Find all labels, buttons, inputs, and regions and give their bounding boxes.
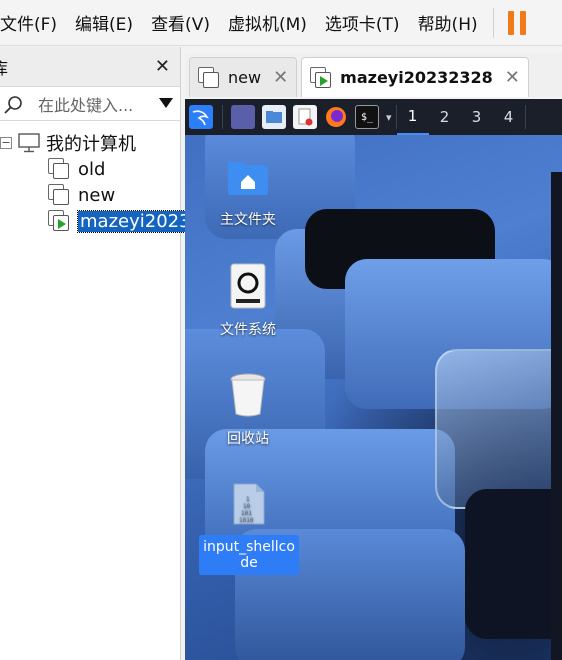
tree-item-label: new <box>78 184 116 206</box>
menu-bar: 文件(F) 编辑(E) 查看(V) 虚拟机(M) 选项卡(T) 帮助(H) <box>0 0 562 46</box>
close-icon[interactable]: ✕ <box>273 67 288 88</box>
pause-icon-bar <box>519 10 526 35</box>
library-title: 库 <box>0 58 9 78</box>
collapse-icon[interactable]: − <box>0 137 12 149</box>
text-editor-icon[interactable] <box>293 105 317 129</box>
close-icon[interactable]: ✕ <box>505 67 520 88</box>
workspace-3[interactable]: 3 <box>461 99 493 135</box>
taskbar-divider <box>222 105 223 129</box>
tab-mazeyi[interactable]: mazeyi20232328 ✕ <box>301 57 529 97</box>
wallpaper-shape <box>465 489 562 639</box>
chevron-down-icon[interactable] <box>159 98 173 108</box>
tree-item-label: mazeyi2023 <box>77 209 194 233</box>
menu-help[interactable]: 帮助(H) <box>409 0 487 46</box>
vm-tabs: new ✕ mazeyi20232328 ✕ <box>185 53 562 97</box>
pause-icon <box>507 10 514 35</box>
drive-icon <box>230 263 266 309</box>
desktop-icon-trash[interactable]: 回收站 <box>198 372 298 448</box>
svg-text:10: 10 <box>243 503 251 510</box>
desktop-icon-label: 回收站 <box>227 431 269 447</box>
toolbar-divider <box>492 7 494 38</box>
chevron-down-icon[interactable]: ▾ <box>386 111 392 124</box>
tree-item-label: old <box>78 158 106 180</box>
show-desktop-icon[interactable] <box>231 105 255 129</box>
taskbar-divider <box>524 105 526 129</box>
tab-new[interactable]: new ✕ <box>189 57 298 97</box>
workspace-1[interactable]: 1 <box>396 99 429 135</box>
vm-running-icon <box>48 210 72 232</box>
vm-running-icon <box>310 66 334 89</box>
tree-root[interactable]: − 我的计算机 <box>0 130 136 156</box>
vm-display[interactable]: $_ ▾ 1 2 3 4 主文件夹 文件系统 回收站 1 10 101 1010… <box>185 99 562 660</box>
vm-icon <box>198 66 222 89</box>
menu-file[interactable]: 文件(F) <box>0 0 66 46</box>
home-folder-icon <box>228 162 268 195</box>
svg-text:1010: 1010 <box>239 517 254 524</box>
vm-icon <box>48 158 72 180</box>
close-icon[interactable]: ✕ <box>155 56 170 77</box>
file-manager-icon[interactable] <box>262 105 286 129</box>
desktop-icon-home[interactable]: 主文件夹 <box>198 159 298 229</box>
library-header: 库 ✕ <box>0 47 180 87</box>
tab-label: new <box>228 68 262 87</box>
firefox-icon[interactable] <box>324 105 348 129</box>
menu-vm[interactable]: 虚拟机(M) <box>219 0 316 46</box>
window-edge <box>551 172 562 660</box>
tab-label: mazeyi20232328 <box>340 68 493 87</box>
search-input[interactable]: 在此处键入... <box>38 92 133 116</box>
tree-item-mazeyi[interactable]: mazeyi2023 <box>48 208 194 234</box>
tree-root-label: 我的计算机 <box>46 134 136 155</box>
desktop-icon-label: input_shellco de <box>199 535 299 575</box>
menu-view[interactable]: 查看(V) <box>142 0 219 46</box>
svg-text:1: 1 <box>246 496 250 503</box>
desktop-icon-label: 主文件夹 <box>220 212 276 228</box>
computer-icon <box>18 133 40 153</box>
binary-file-icon: 1 10 101 1010 <box>233 483 265 525</box>
desktop-icon-filesystem[interactable]: 文件系统 <box>198 263 298 339</box>
workspace-2[interactable]: 2 <box>429 99 461 135</box>
workspace-4[interactable]: 4 <box>493 99 525 135</box>
pause-button[interactable] <box>507 10 526 36</box>
desktop-icon-input-shellcode[interactable]: 1 10 101 1010 input_shellco de <box>199 483 299 575</box>
terminal-icon[interactable]: $_ <box>355 105 379 129</box>
kali-menu-icon[interactable] <box>189 105 213 129</box>
wallpaper-shape <box>435 349 562 509</box>
label-line: de <box>240 555 258 571</box>
taskbar: $_ ▾ 1 2 3 4 <box>185 99 562 135</box>
svg-text:101: 101 <box>241 510 252 517</box>
label-line: input_shellco <box>203 539 295 555</box>
menu-edit[interactable]: 编辑(E) <box>66 0 142 46</box>
library-panel: 库 ✕ 在此处键入... − 我的计算机 old new mazeyi2023 <box>0 47 194 660</box>
tree-item-new[interactable]: new <box>48 182 115 208</box>
library-search[interactable]: 在此处键入... <box>0 87 180 121</box>
trash-icon <box>230 373 266 417</box>
search-icon <box>4 96 22 114</box>
vm-icon <box>48 184 72 206</box>
desktop-icon-label: 文件系统 <box>220 322 276 338</box>
tree-item-old[interactable]: old <box>48 156 105 182</box>
menu-tabs[interactable]: 选项卡(T) <box>316 0 409 46</box>
